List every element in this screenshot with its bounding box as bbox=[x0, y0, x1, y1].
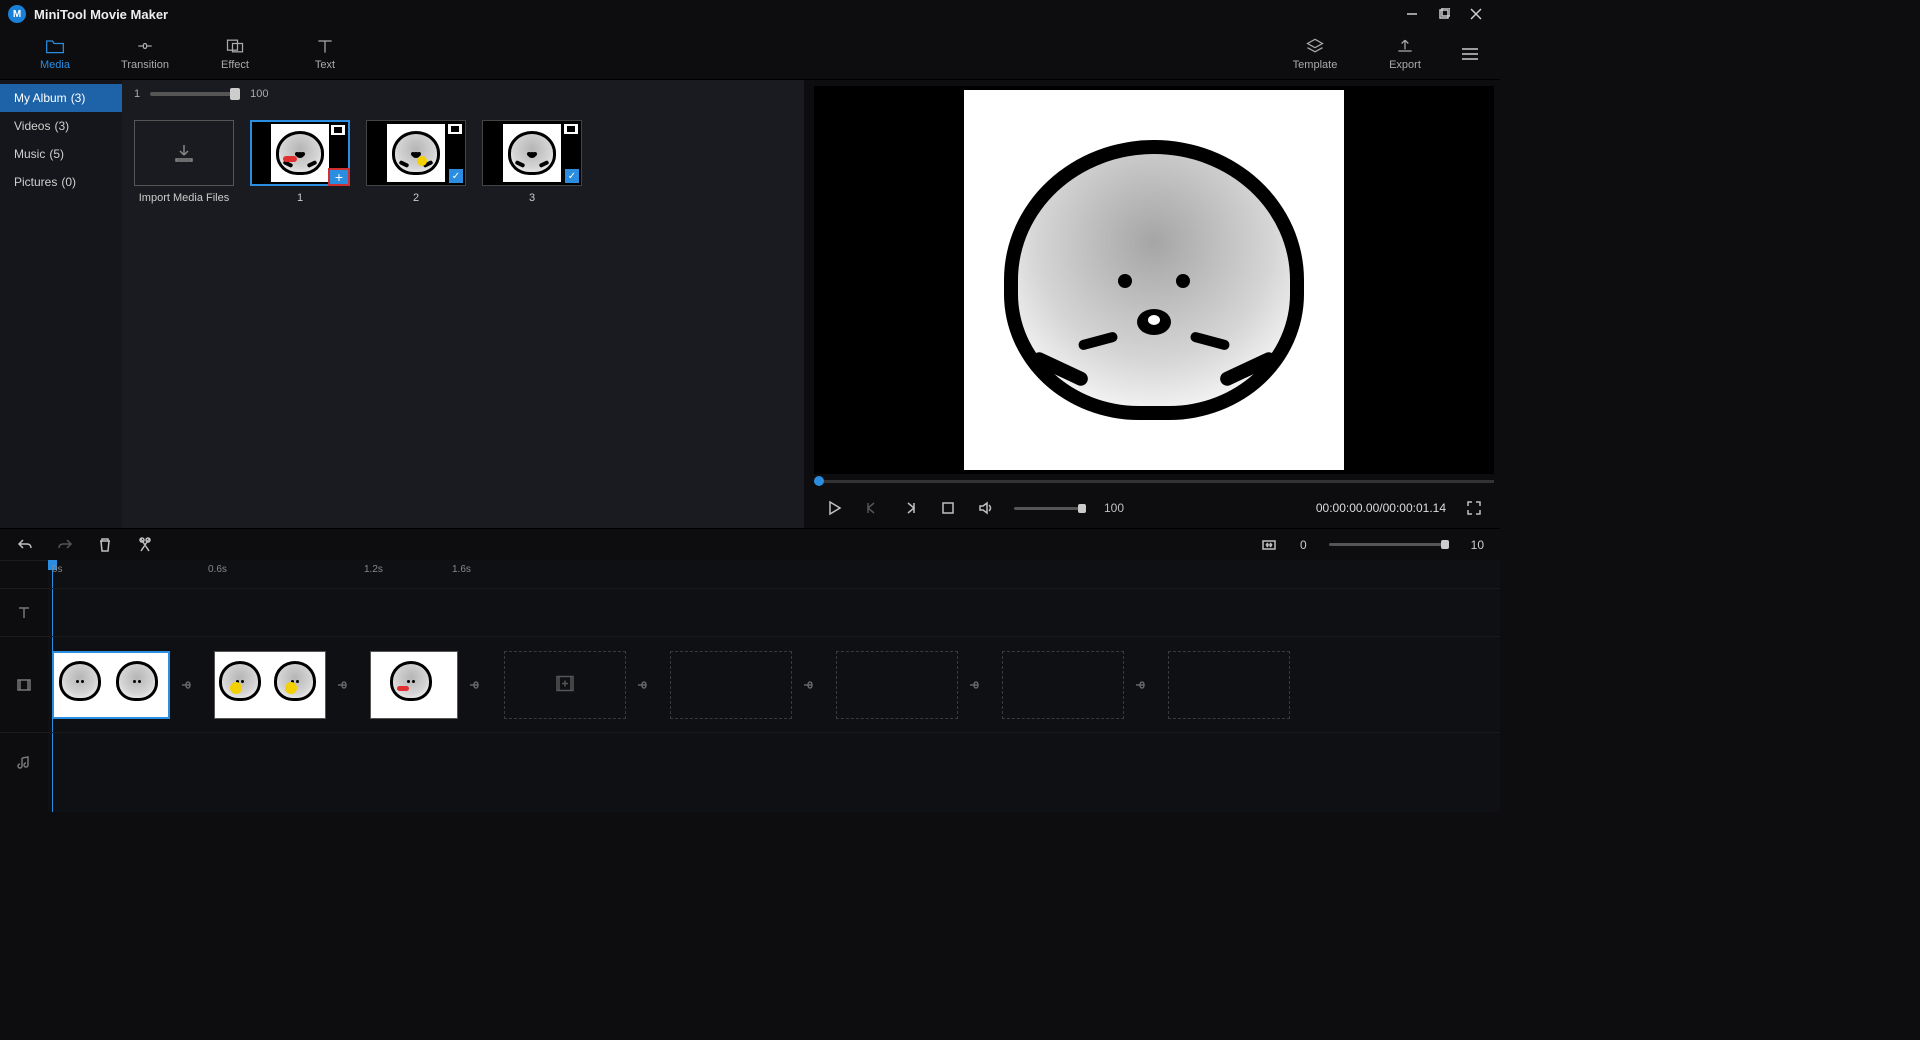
tracks-area[interactable]: 0s 0.6s 1.2s 1.6s bbox=[48, 560, 1500, 812]
export-button[interactable]: Export bbox=[1360, 37, 1450, 71]
used-check-icon: ✓ bbox=[449, 169, 463, 183]
tab-text[interactable]: Text bbox=[280, 37, 370, 71]
close-button[interactable] bbox=[1460, 2, 1492, 26]
transition-icon bbox=[135, 37, 155, 55]
next-frame-button[interactable] bbox=[900, 498, 920, 518]
play-button[interactable] bbox=[824, 498, 844, 518]
transition-slot[interactable] bbox=[1128, 651, 1156, 719]
zoom-max-label: 100 bbox=[250, 88, 268, 100]
minimize-button[interactable] bbox=[1396, 2, 1428, 26]
fullscreen-button[interactable] bbox=[1464, 498, 1484, 518]
timeline: 0s 0.6s 1.2s 1.6s bbox=[0, 560, 1500, 812]
media-tile[interactable]: ✓ 2 bbox=[366, 120, 466, 204]
preview-stage[interactable] bbox=[814, 86, 1494, 474]
volume-button[interactable] bbox=[976, 498, 996, 518]
transition-slot[interactable] bbox=[630, 651, 658, 719]
preview-frame bbox=[964, 90, 1344, 470]
video-badge-icon bbox=[564, 124, 578, 134]
timeline-toolbar: 0 10 bbox=[0, 528, 1500, 560]
track-headers bbox=[0, 560, 48, 812]
tab-transition[interactable]: Transition bbox=[100, 37, 190, 71]
add-to-timeline-button[interactable]: + bbox=[328, 168, 350, 186]
redo-button[interactable] bbox=[56, 536, 74, 554]
timeline-zoom-slider[interactable] bbox=[1329, 543, 1449, 546]
maximize-button[interactable] bbox=[1428, 2, 1460, 26]
layers-icon bbox=[1305, 37, 1325, 55]
zoom-min-label: 1 bbox=[134, 88, 140, 100]
sidebar-item-music[interactable]: Music (5) bbox=[0, 140, 122, 168]
app-title: MiniTool Movie Maker bbox=[34, 7, 168, 22]
undo-button[interactable] bbox=[16, 536, 34, 554]
empty-clip-slot[interactable] bbox=[836, 651, 958, 719]
preview-panel: 100 00:00:00.00/00:00:01.14 bbox=[804, 80, 1500, 528]
media-zoom-row: 1 100 bbox=[122, 80, 804, 108]
media-zoom-slider[interactable] bbox=[150, 92, 240, 96]
text-track[interactable] bbox=[48, 588, 1500, 636]
import-tile[interactable]: Import Media Files bbox=[134, 120, 234, 204]
main-toolbar: Media Transition Effect Text Template Ex… bbox=[0, 28, 1500, 80]
timeline-ruler[interactable]: 0s 0.6s 1.2s 1.6s bbox=[48, 560, 1500, 588]
media-tile[interactable]: + 1 bbox=[250, 120, 350, 204]
transition-slot[interactable] bbox=[174, 651, 202, 719]
media-sidebar: My Album (3) Videos (3) Music (5) Pictur… bbox=[0, 80, 122, 528]
audio-track-head[interactable] bbox=[0, 732, 48, 792]
tab-effect[interactable]: Effect bbox=[190, 37, 280, 71]
timeline-clip[interactable] bbox=[52, 651, 170, 719]
menu-button[interactable] bbox=[1450, 47, 1490, 61]
template-button[interactable]: Template bbox=[1270, 37, 1360, 71]
media-grid: Import Media Files + 1 ✓ 2 bbox=[122, 108, 804, 216]
media-tile[interactable]: ✓ 3 bbox=[482, 120, 582, 204]
split-button[interactable] bbox=[136, 536, 154, 554]
fit-to-width-button[interactable] bbox=[1260, 536, 1278, 554]
media-panel: 1 100 Import Media Files + 1 bbox=[122, 80, 804, 528]
sidebar-item-videos[interactable]: Videos (3) bbox=[0, 112, 122, 140]
video-track-head[interactable] bbox=[0, 636, 48, 732]
transition-slot[interactable] bbox=[462, 651, 490, 719]
text-icon bbox=[315, 37, 335, 55]
empty-clip-slot[interactable] bbox=[504, 651, 626, 719]
ruler-head bbox=[0, 560, 48, 588]
volume-value: 100 bbox=[1104, 501, 1124, 515]
delete-button[interactable] bbox=[96, 536, 114, 554]
folder-icon bbox=[45, 37, 65, 55]
volume-slider[interactable] bbox=[1014, 507, 1086, 510]
transition-slot[interactable] bbox=[796, 651, 824, 719]
sidebar-item-my-album[interactable]: My Album (3) bbox=[0, 84, 122, 112]
preview-scrubber[interactable] bbox=[814, 474, 1494, 488]
import-icon bbox=[172, 141, 196, 165]
hamburger-icon bbox=[1460, 47, 1480, 61]
transition-slot[interactable] bbox=[330, 651, 358, 719]
video-badge-icon bbox=[331, 125, 345, 135]
empty-clip-slot[interactable] bbox=[1168, 651, 1290, 719]
video-badge-icon bbox=[448, 124, 462, 134]
stop-button[interactable] bbox=[938, 498, 958, 518]
prev-frame-button[interactable] bbox=[862, 498, 882, 518]
titlebar: M MiniTool Movie Maker bbox=[0, 0, 1500, 28]
effect-icon bbox=[225, 37, 245, 55]
tab-media[interactable]: Media bbox=[10, 37, 100, 71]
transition-slot[interactable] bbox=[962, 651, 990, 719]
timeline-zoom-min: 0 bbox=[1300, 538, 1307, 552]
sidebar-item-pictures[interactable]: Pictures (0) bbox=[0, 168, 122, 196]
timeline-clip[interactable] bbox=[370, 651, 458, 719]
text-track-head[interactable] bbox=[0, 588, 48, 636]
preview-controls: 100 00:00:00.00/00:00:01.14 bbox=[814, 488, 1494, 528]
empty-clip-slot[interactable] bbox=[670, 651, 792, 719]
app-logo: M bbox=[8, 5, 26, 23]
export-icon bbox=[1395, 37, 1415, 55]
timeline-clip[interactable] bbox=[214, 651, 326, 719]
empty-clip-slot[interactable] bbox=[1002, 651, 1124, 719]
timeline-zoom-max: 10 bbox=[1471, 538, 1484, 552]
timecode-display: 00:00:00.00/00:00:01.14 bbox=[1316, 501, 1446, 515]
audio-track[interactable] bbox=[48, 732, 1500, 792]
used-check-icon: ✓ bbox=[565, 169, 579, 183]
video-track[interactable] bbox=[48, 636, 1500, 732]
